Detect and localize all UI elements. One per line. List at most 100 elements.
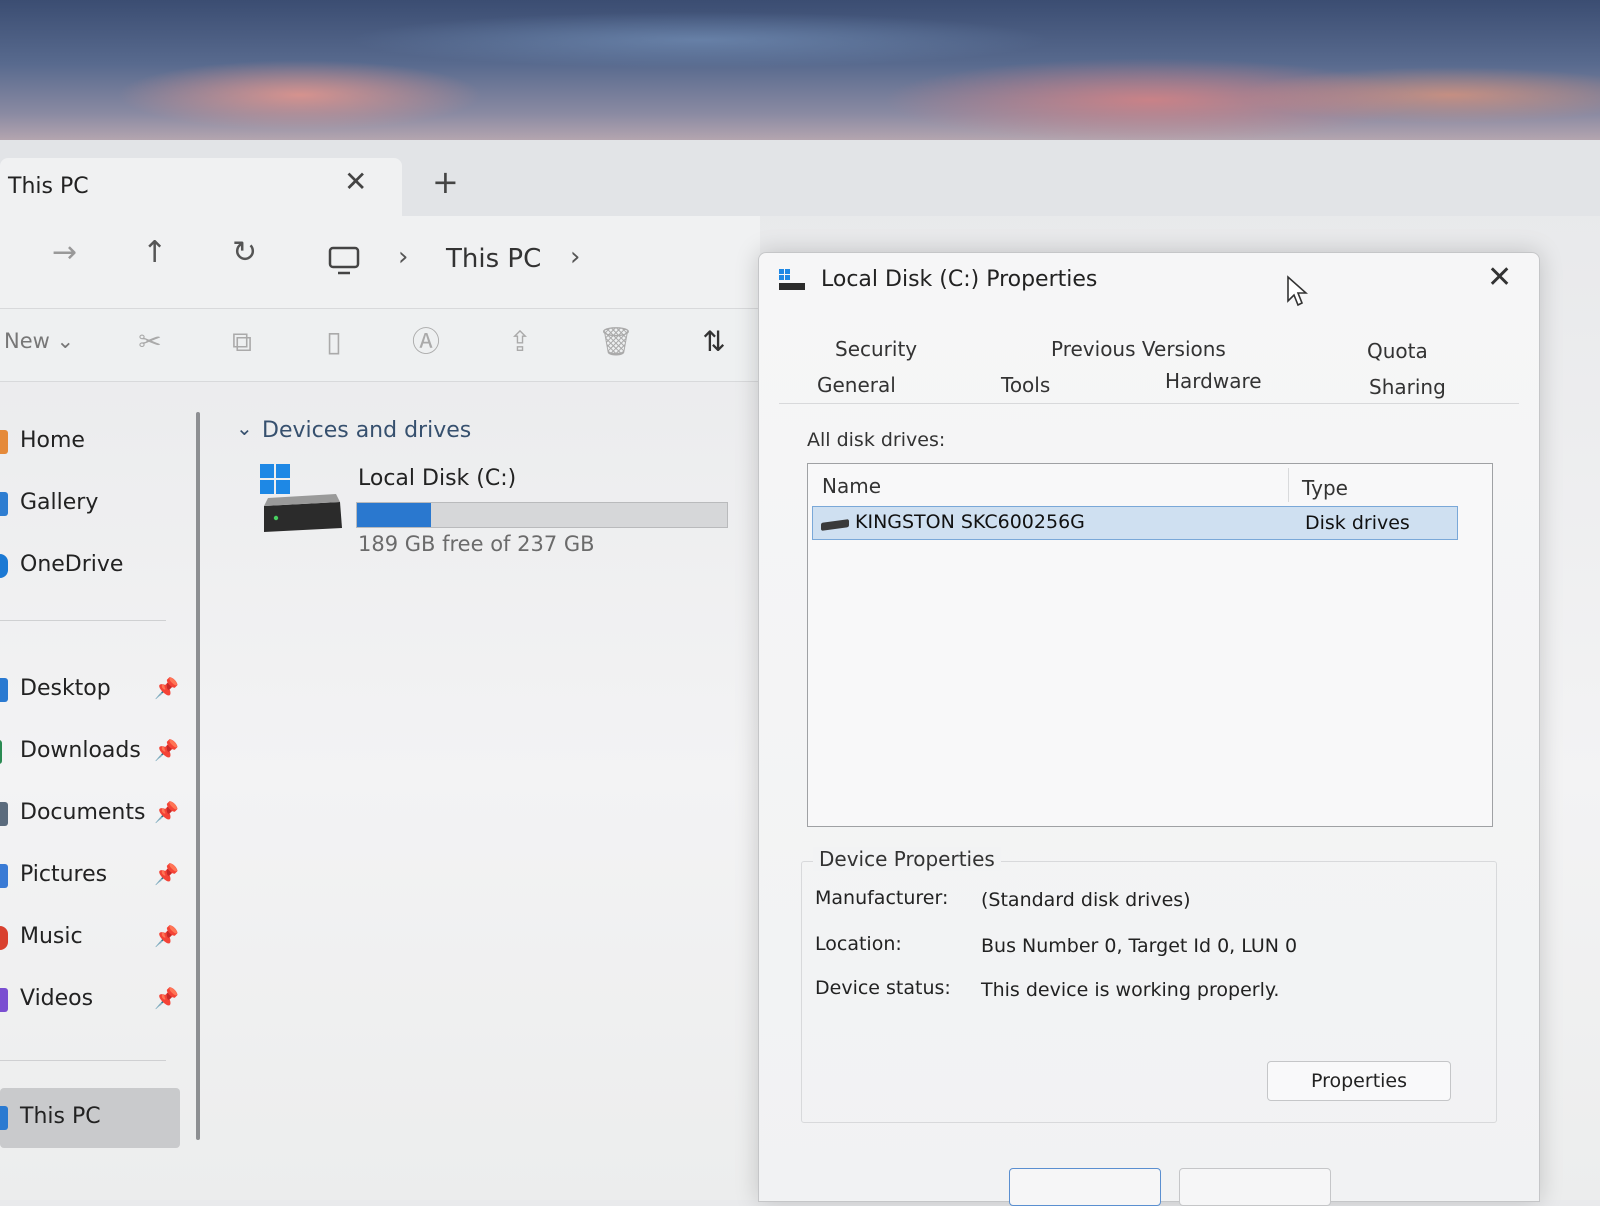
command-bar: New ⌄ ✂ ⧉ ▯ Ⓐ ⇪ 🗑 ⇅ — [0, 308, 760, 382]
properties-button[interactable]: Properties — [1267, 1061, 1451, 1101]
column-header-name[interactable]: Name — [822, 474, 881, 498]
properties-dialog: Local Disk (C:) Properties ✕ Security Pr… — [758, 252, 1540, 1206]
column-divider[interactable] — [1288, 468, 1289, 502]
desktop-icon — [0, 678, 8, 702]
documents-icon — [0, 802, 8, 826]
tab-bar: This PC ✕ + — [0, 140, 1600, 216]
location-value: Bus Number 0, Target Id 0, LUN 0 — [981, 935, 1298, 957]
sidebar-scrollbar[interactable] — [196, 412, 200, 1140]
navigation-pane: Home Gallery OneDrive Desktop 📌 Download… — [0, 380, 200, 1200]
sort-icon[interactable]: ⇅ — [698, 325, 730, 359]
new-tab-button[interactable]: + — [432, 166, 459, 198]
location-label: Location: — [815, 933, 902, 955]
cut-icon[interactable]: ✂ — [134, 325, 166, 359]
tab-close-icon[interactable]: ✕ — [344, 168, 367, 196]
device-properties-title: Device Properties — [813, 847, 1001, 871]
navigation-bar: → ↑ ↻ › This PC › — [0, 216, 760, 308]
dialog-title: Local Disk (C:) Properties — [821, 267, 1098, 292]
sidebar-item-label: Music — [20, 924, 83, 949]
tab-quota[interactable]: Quota — [1367, 339, 1428, 363]
forward-arrow-icon[interactable]: → — [52, 238, 77, 268]
sidebar-item-label: OneDrive — [20, 552, 124, 577]
disk-name: KINGSTON SKC600256G — [855, 511, 1085, 533]
pin-icon[interactable]: 📌 — [154, 862, 179, 886]
sidebar-item-pictures[interactable]: Pictures 📌 — [0, 852, 186, 900]
pin-icon[interactable]: 📌 — [154, 924, 179, 948]
home-icon — [0, 430, 8, 454]
ok-button[interactable] — [1009, 1168, 1161, 1206]
this-pc-icon — [0, 1106, 8, 1130]
disk-row-selected[interactable]: KINGSTON SKC600256G Disk drives — [812, 506, 1458, 540]
sidebar-item-this-pc[interactable]: This PC — [0, 1088, 180, 1148]
breadcrumb-chevron-icon[interactable]: › — [570, 242, 580, 272]
copy-icon[interactable]: ⧉ — [226, 325, 258, 359]
tab-sharing[interactable]: Sharing — [1369, 375, 1446, 399]
mouse-cursor-icon — [1287, 275, 1308, 307]
sidebar-item-label: Videos — [20, 986, 94, 1011]
videos-icon — [0, 988, 8, 1012]
group-header-devices[interactable]: Devices and drives — [262, 418, 471, 443]
sidebar-item-desktop[interactable]: Desktop 📌 — [0, 666, 186, 714]
pin-icon[interactable]: 📌 — [154, 800, 179, 824]
new-button[interactable]: New ⌄ — [4, 329, 74, 353]
paste-icon[interactable]: ▯ — [318, 325, 350, 359]
sidebar-item-music[interactable]: Music 📌 — [0, 914, 186, 962]
sidebar-item-label: This PC — [20, 1104, 101, 1129]
desktop-wallpaper — [0, 0, 1600, 142]
content-pane: ⌄ Devices and drives Local Disk (C:) 189… — [214, 380, 760, 1200]
sidebar-item-label: Desktop — [20, 676, 111, 701]
tab-title: This PC — [8, 174, 89, 199]
gallery-icon — [0, 492, 8, 516]
pin-icon[interactable]: 📌 — [154, 986, 179, 1010]
sidebar-item-home[interactable]: Home — [0, 418, 186, 466]
disk-drive-icon — [821, 519, 849, 531]
local-disk-drive-icon[interactable] — [260, 462, 346, 534]
rename-icon[interactable]: Ⓐ — [410, 325, 442, 359]
sidebar-item-label: Gallery — [20, 490, 99, 515]
manufacturer-value: (Standard disk drives) — [981, 889, 1191, 911]
all-disk-drives-label: All disk drives: — [807, 429, 946, 451]
breadcrumb-this-pc[interactable]: This PC — [446, 244, 541, 274]
delete-icon[interactable]: 🗑 — [598, 325, 634, 359]
tab-this-pc[interactable]: This PC ✕ — [0, 158, 402, 216]
share-icon[interactable]: ⇪ — [504, 325, 536, 359]
tab-previous-versions[interactable]: Previous Versions — [1051, 337, 1226, 361]
device-status-label: Device status: — [815, 977, 951, 999]
up-arrow-icon[interactable]: ↑ — [142, 238, 167, 268]
device-status-value: This device is working properly. — [981, 979, 1280, 1001]
tab-tools[interactable]: Tools — [1001, 373, 1050, 397]
sidebar-item-label: Home — [20, 428, 85, 453]
sidebar-item-onedrive[interactable]: OneDrive — [0, 542, 186, 590]
sidebar-item-label: Downloads — [20, 738, 141, 763]
monitor-icon[interactable] — [328, 246, 360, 276]
breadcrumb-separator: › — [398, 242, 409, 272]
drive-name[interactable]: Local Disk (C:) — [358, 466, 516, 491]
sidebar-item-downloads[interactable]: Downloads 📌 — [0, 728, 186, 776]
manufacturer-label: Manufacturer: — [815, 887, 949, 909]
sidebar-item-label: Documents — [20, 800, 146, 825]
onedrive-icon — [0, 554, 8, 578]
sidebar-item-videos[interactable]: Videos 📌 — [0, 976, 186, 1024]
sidebar-item-documents[interactable]: Documents 📌 — [0, 790, 186, 838]
sidebar-item-label: Pictures — [20, 862, 108, 887]
sidebar-item-gallery[interactable]: Gallery — [0, 480, 186, 528]
drive-usage-bar — [356, 502, 728, 528]
chevron-down-icon[interactable]: ⌄ — [236, 416, 253, 440]
column-header-type[interactable]: Type — [1302, 476, 1348, 500]
tab-hardware[interactable]: Hardware — [1165, 369, 1262, 393]
tab-security[interactable]: Security — [835, 337, 917, 361]
refresh-icon[interactable]: ↻ — [232, 238, 257, 268]
pin-icon[interactable]: 📌 — [154, 738, 179, 762]
sidebar-divider — [0, 620, 166, 621]
sidebar-divider — [0, 1060, 166, 1061]
tab-general[interactable]: General — [817, 373, 896, 397]
disk-drives-list[interactable]: Name Type KINGSTON SKC600256G Disk drive… — [807, 463, 1493, 827]
pin-icon[interactable]: 📌 — [154, 676, 179, 700]
drive-icon — [779, 269, 805, 290]
drive-free-space: 189 GB free of 237 GB — [358, 532, 595, 556]
music-icon — [0, 926, 8, 950]
cancel-button[interactable] — [1179, 1168, 1331, 1206]
drive-usage-fill — [357, 503, 431, 527]
dialog-close-icon[interactable]: ✕ — [1487, 263, 1512, 293]
pictures-icon — [0, 864, 8, 888]
